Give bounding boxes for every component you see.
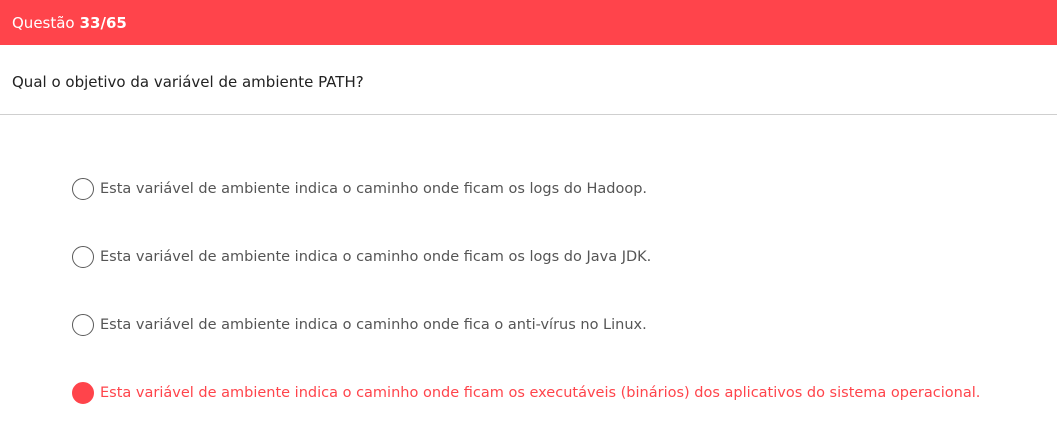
answer-option-label: Esta variável de ambiente indica o camin… xyxy=(100,249,652,265)
answer-option-label: Esta variável de ambiente indica o camin… xyxy=(100,317,647,333)
radio-button-selected-icon[interactable] xyxy=(72,382,94,404)
radio-button-icon[interactable] xyxy=(72,314,94,336)
answer-option-3[interactable]: Esta variável de ambiente indica o camin… xyxy=(72,313,647,337)
question-counter-prefix: Questão xyxy=(12,13,75,32)
answer-option-label: Esta variável de ambiente indica o camin… xyxy=(100,385,981,401)
answer-option-label: Esta variável de ambiente indica o camin… xyxy=(100,181,648,197)
question-header: Questão 33/65 xyxy=(0,0,1057,45)
question-text: Qual o objetivo da variável de ambiente … xyxy=(12,73,364,91)
radio-button-icon[interactable] xyxy=(72,246,94,268)
question-counter-value: 33/65 xyxy=(79,13,127,32)
radio-button-icon[interactable] xyxy=(72,178,94,200)
answer-option-1[interactable]: Esta variável de ambiente indica o camin… xyxy=(72,177,647,201)
answer-option-4[interactable]: Esta variável de ambiente indica o camin… xyxy=(72,381,980,405)
answer-option-2[interactable]: Esta variável de ambiente indica o camin… xyxy=(72,245,651,269)
divider xyxy=(0,114,1057,115)
question-counter-label: Questão 33/65 xyxy=(12,14,127,32)
